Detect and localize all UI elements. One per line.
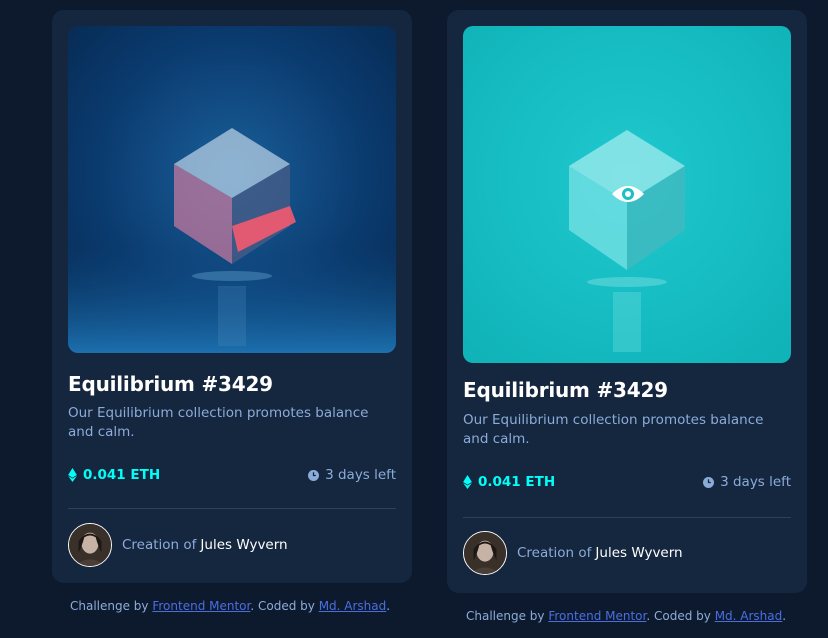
cube-artwork: [68, 26, 396, 353]
eye-icon: [611, 182, 645, 206]
time-left-value: 3 days left: [720, 474, 791, 490]
attribution-prefix: Challenge by: [70, 599, 149, 613]
card-meta: 0.041 ETH 3 days left: [68, 465, 396, 485]
avatar: [463, 531, 507, 575]
attribution: Challenge by Frontend Mentor. Coded by M…: [466, 609, 786, 623]
nft-card: Equilibrium #3429 Our Equilibrium collec…: [52, 10, 412, 583]
card-meta: 0.041 ETH 3 days left: [463, 472, 791, 492]
avatar: [68, 523, 112, 567]
creator: Creation of Jules Wyvern: [68, 523, 288, 567]
attribution-suffix: .: [386, 599, 391, 613]
attribution-suffix: .: [782, 609, 787, 623]
creator-prefix: Creation of: [517, 545, 592, 561]
ethereum-icon: [68, 468, 77, 482]
creator: Creation of Jules Wyvern: [463, 531, 683, 575]
frontend-mentor-link[interactable]: Frontend Mentor: [152, 599, 250, 613]
divider: [68, 508, 396, 509]
page: Equilibrium #3429 Our Equilibrium collec…: [0, 0, 828, 638]
nft-card-hover: Equilibrium #3429 Our Equilibrium collec…: [447, 10, 807, 593]
divider: [463, 517, 791, 518]
creator-name[interactable]: Jules Wyvern: [200, 537, 287, 553]
author-link[interactable]: Md. Arshad: [319, 599, 387, 613]
ethereum-icon: [463, 475, 472, 489]
nft-image[interactable]: [68, 26, 396, 353]
price: 0.041 ETH: [68, 467, 160, 483]
creator-prefix: Creation of: [122, 537, 197, 553]
time-left: 3 days left: [703, 474, 791, 490]
card-description: Our Equilibrium collection promotes bala…: [463, 412, 764, 447]
time-left: 3 days left: [308, 467, 396, 483]
creator-name[interactable]: Jules Wyvern: [595, 545, 682, 561]
card-title[interactable]: Equilibrium #3429: [463, 378, 668, 402]
attribution-prefix: Challenge by: [466, 609, 545, 623]
attribution-middle: . Coded by: [646, 609, 711, 623]
card-title[interactable]: Equilibrium #3429: [68, 372, 273, 396]
nft-image[interactable]: [463, 26, 791, 363]
author-link[interactable]: Md. Arshad: [715, 609, 783, 623]
frontend-mentor-link[interactable]: Frontend Mentor: [548, 609, 646, 623]
price-value: 0.041 ETH: [83, 467, 161, 483]
clock-icon: [703, 476, 715, 488]
time-left-value: 3 days left: [325, 467, 396, 483]
attribution-middle: . Coded by: [250, 599, 315, 613]
clock-icon: [308, 469, 320, 481]
price: 0.041 ETH: [463, 474, 555, 490]
card-description: Our Equilibrium collection promotes bala…: [68, 405, 369, 440]
attribution: Challenge by Frontend Mentor. Coded by M…: [70, 599, 390, 613]
price-value: 0.041 ETH: [478, 474, 556, 490]
